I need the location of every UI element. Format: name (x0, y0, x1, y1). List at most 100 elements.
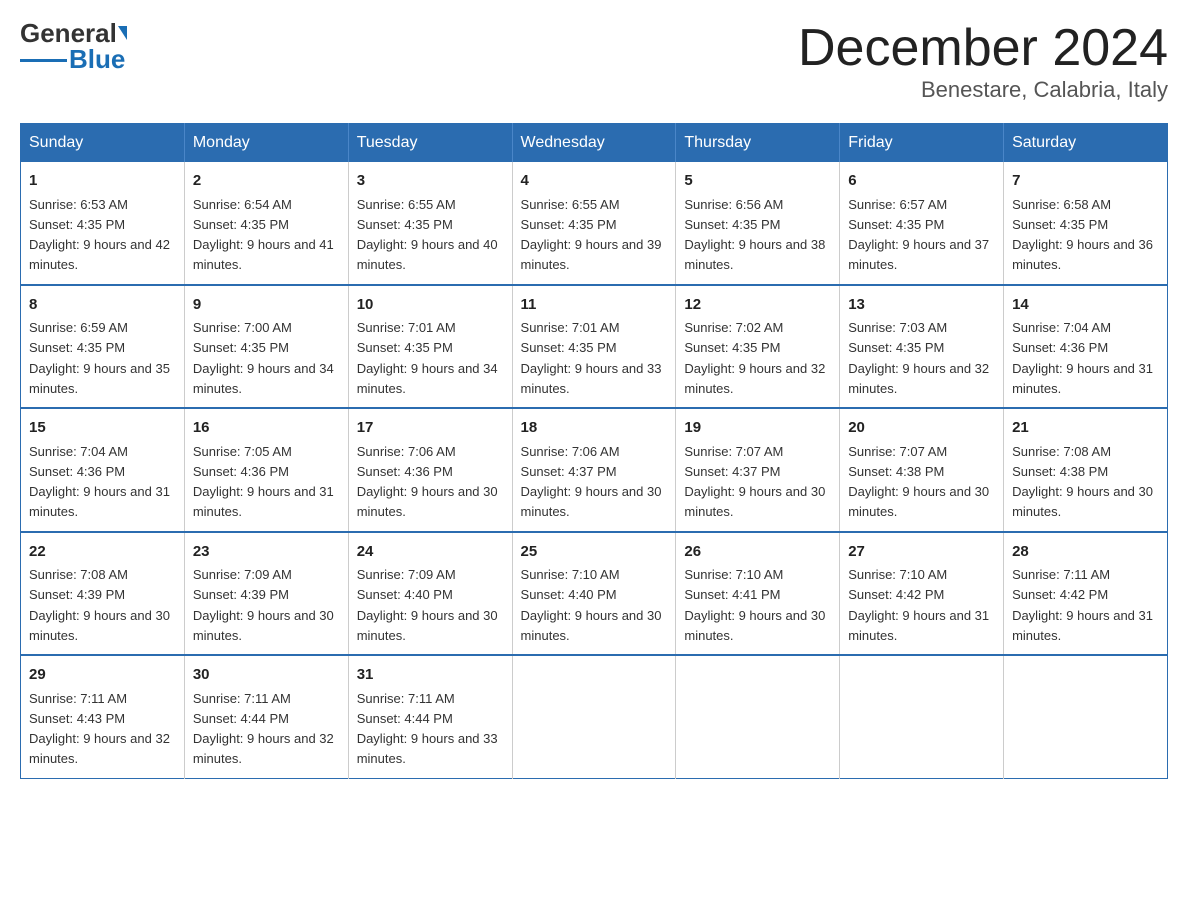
day-number: 5 (684, 170, 831, 193)
calendar-table: SundayMondayTuesdayWednesdayThursdayFrid… (20, 123, 1168, 779)
day-info: Sunrise: 7:01 AMSunset: 4:35 PMDaylight:… (357, 320, 498, 396)
day-info: Sunrise: 7:08 AMSunset: 4:39 PMDaylight:… (29, 567, 170, 643)
calendar-cell (1004, 655, 1168, 778)
logo-triangle-icon (118, 26, 127, 40)
day-number: 25 (521, 541, 668, 564)
day-info: Sunrise: 7:03 AMSunset: 4:35 PMDaylight:… (848, 320, 989, 396)
page-header: General Blue December 2024 Benestare, Ca… (20, 20, 1168, 103)
calendar-cell: 9 Sunrise: 7:00 AMSunset: 4:35 PMDayligh… (184, 285, 348, 409)
day-number: 6 (848, 170, 995, 193)
calendar-header-row: SundayMondayTuesdayWednesdayThursdayFrid… (21, 124, 1168, 163)
day-info: Sunrise: 7:05 AMSunset: 4:36 PMDaylight:… (193, 444, 334, 520)
calendar-cell: 30 Sunrise: 7:11 AMSunset: 4:44 PMDaylig… (184, 655, 348, 778)
calendar-cell (840, 655, 1004, 778)
day-info: Sunrise: 6:54 AMSunset: 4:35 PMDaylight:… (193, 197, 334, 273)
day-number: 28 (1012, 541, 1159, 564)
day-number: 1 (29, 170, 176, 193)
day-number: 4 (521, 170, 668, 193)
calendar-cell: 11 Sunrise: 7:01 AMSunset: 4:35 PMDaylig… (512, 285, 676, 409)
day-info: Sunrise: 7:06 AMSunset: 4:37 PMDaylight:… (521, 444, 662, 520)
column-header-monday: Monday (184, 124, 348, 163)
column-header-wednesday: Wednesday (512, 124, 676, 163)
location-title: Benestare, Calabria, Italy (798, 77, 1168, 103)
day-info: Sunrise: 6:56 AMSunset: 4:35 PMDaylight:… (684, 197, 825, 273)
day-info: Sunrise: 7:11 AMSunset: 4:43 PMDaylight:… (29, 691, 170, 767)
day-number: 15 (29, 417, 176, 440)
day-info: Sunrise: 6:55 AMSunset: 4:35 PMDaylight:… (521, 197, 662, 273)
day-number: 12 (684, 294, 831, 317)
calendar-week-row: 15 Sunrise: 7:04 AMSunset: 4:36 PMDaylig… (21, 408, 1168, 532)
day-info: Sunrise: 7:07 AMSunset: 4:37 PMDaylight:… (684, 444, 825, 520)
day-info: Sunrise: 7:09 AMSunset: 4:39 PMDaylight:… (193, 567, 334, 643)
calendar-cell: 15 Sunrise: 7:04 AMSunset: 4:36 PMDaylig… (21, 408, 185, 532)
logo-line (20, 59, 67, 62)
day-number: 2 (193, 170, 340, 193)
logo: General Blue (20, 20, 127, 72)
calendar-cell: 2 Sunrise: 6:54 AMSunset: 4:35 PMDayligh… (184, 162, 348, 285)
day-number: 20 (848, 417, 995, 440)
day-info: Sunrise: 7:11 AMSunset: 4:44 PMDaylight:… (357, 691, 498, 767)
calendar-cell: 14 Sunrise: 7:04 AMSunset: 4:36 PMDaylig… (1004, 285, 1168, 409)
calendar-cell: 10 Sunrise: 7:01 AMSunset: 4:35 PMDaylig… (348, 285, 512, 409)
day-info: Sunrise: 7:11 AMSunset: 4:42 PMDaylight:… (1012, 567, 1153, 643)
day-number: 23 (193, 541, 340, 564)
calendar-cell: 27 Sunrise: 7:10 AMSunset: 4:42 PMDaylig… (840, 532, 1004, 656)
month-title: December 2024 (798, 20, 1168, 77)
calendar-cell: 19 Sunrise: 7:07 AMSunset: 4:37 PMDaylig… (676, 408, 840, 532)
day-info: Sunrise: 7:06 AMSunset: 4:36 PMDaylight:… (357, 444, 498, 520)
calendar-cell: 31 Sunrise: 7:11 AMSunset: 4:44 PMDaylig… (348, 655, 512, 778)
column-header-sunday: Sunday (21, 124, 185, 163)
calendar-cell: 8 Sunrise: 6:59 AMSunset: 4:35 PMDayligh… (21, 285, 185, 409)
logo-text-blue: Blue (69, 46, 125, 72)
calendar-week-row: 29 Sunrise: 7:11 AMSunset: 4:43 PMDaylig… (21, 655, 1168, 778)
calendar-cell: 17 Sunrise: 7:06 AMSunset: 4:36 PMDaylig… (348, 408, 512, 532)
day-number: 10 (357, 294, 504, 317)
calendar-cell: 3 Sunrise: 6:55 AMSunset: 4:35 PMDayligh… (348, 162, 512, 285)
day-info: Sunrise: 7:08 AMSunset: 4:38 PMDaylight:… (1012, 444, 1153, 520)
day-number: 24 (357, 541, 504, 564)
calendar-cell: 22 Sunrise: 7:08 AMSunset: 4:39 PMDaylig… (21, 532, 185, 656)
logo-text-general: General (20, 20, 117, 46)
day-number: 21 (1012, 417, 1159, 440)
day-info: Sunrise: 6:53 AMSunset: 4:35 PMDaylight:… (29, 197, 170, 273)
day-number: 14 (1012, 294, 1159, 317)
day-number: 11 (521, 294, 668, 317)
day-number: 26 (684, 541, 831, 564)
day-info: Sunrise: 7:11 AMSunset: 4:44 PMDaylight:… (193, 691, 334, 767)
day-number: 16 (193, 417, 340, 440)
calendar-cell: 12 Sunrise: 7:02 AMSunset: 4:35 PMDaylig… (676, 285, 840, 409)
calendar-cell: 29 Sunrise: 7:11 AMSunset: 4:43 PMDaylig… (21, 655, 185, 778)
calendar-cell: 28 Sunrise: 7:11 AMSunset: 4:42 PMDaylig… (1004, 532, 1168, 656)
day-number: 31 (357, 664, 504, 687)
day-number: 3 (357, 170, 504, 193)
day-number: 7 (1012, 170, 1159, 193)
day-number: 9 (193, 294, 340, 317)
calendar-cell: 13 Sunrise: 7:03 AMSunset: 4:35 PMDaylig… (840, 285, 1004, 409)
day-number: 22 (29, 541, 176, 564)
day-info: Sunrise: 7:07 AMSunset: 4:38 PMDaylight:… (848, 444, 989, 520)
day-info: Sunrise: 7:02 AMSunset: 4:35 PMDaylight:… (684, 320, 825, 396)
day-number: 18 (521, 417, 668, 440)
calendar-cell: 21 Sunrise: 7:08 AMSunset: 4:38 PMDaylig… (1004, 408, 1168, 532)
day-info: Sunrise: 7:04 AMSunset: 4:36 PMDaylight:… (29, 444, 170, 520)
day-info: Sunrise: 7:00 AMSunset: 4:35 PMDaylight:… (193, 320, 334, 396)
day-info: Sunrise: 7:01 AMSunset: 4:35 PMDaylight:… (521, 320, 662, 396)
day-number: 19 (684, 417, 831, 440)
column-header-friday: Friday (840, 124, 1004, 163)
day-info: Sunrise: 7:04 AMSunset: 4:36 PMDaylight:… (1012, 320, 1153, 396)
day-info: Sunrise: 7:10 AMSunset: 4:40 PMDaylight:… (521, 567, 662, 643)
calendar-cell: 7 Sunrise: 6:58 AMSunset: 4:35 PMDayligh… (1004, 162, 1168, 285)
day-number: 27 (848, 541, 995, 564)
day-info: Sunrise: 6:59 AMSunset: 4:35 PMDaylight:… (29, 320, 170, 396)
calendar-cell: 6 Sunrise: 6:57 AMSunset: 4:35 PMDayligh… (840, 162, 1004, 285)
column-header-saturday: Saturday (1004, 124, 1168, 163)
day-info: Sunrise: 7:10 AMSunset: 4:41 PMDaylight:… (684, 567, 825, 643)
calendar-week-row: 1 Sunrise: 6:53 AMSunset: 4:35 PMDayligh… (21, 162, 1168, 285)
day-info: Sunrise: 7:10 AMSunset: 4:42 PMDaylight:… (848, 567, 989, 643)
calendar-cell: 4 Sunrise: 6:55 AMSunset: 4:35 PMDayligh… (512, 162, 676, 285)
day-number: 29 (29, 664, 176, 687)
calendar-cell: 18 Sunrise: 7:06 AMSunset: 4:37 PMDaylig… (512, 408, 676, 532)
day-number: 30 (193, 664, 340, 687)
calendar-cell: 16 Sunrise: 7:05 AMSunset: 4:36 PMDaylig… (184, 408, 348, 532)
calendar-cell: 20 Sunrise: 7:07 AMSunset: 4:38 PMDaylig… (840, 408, 1004, 532)
